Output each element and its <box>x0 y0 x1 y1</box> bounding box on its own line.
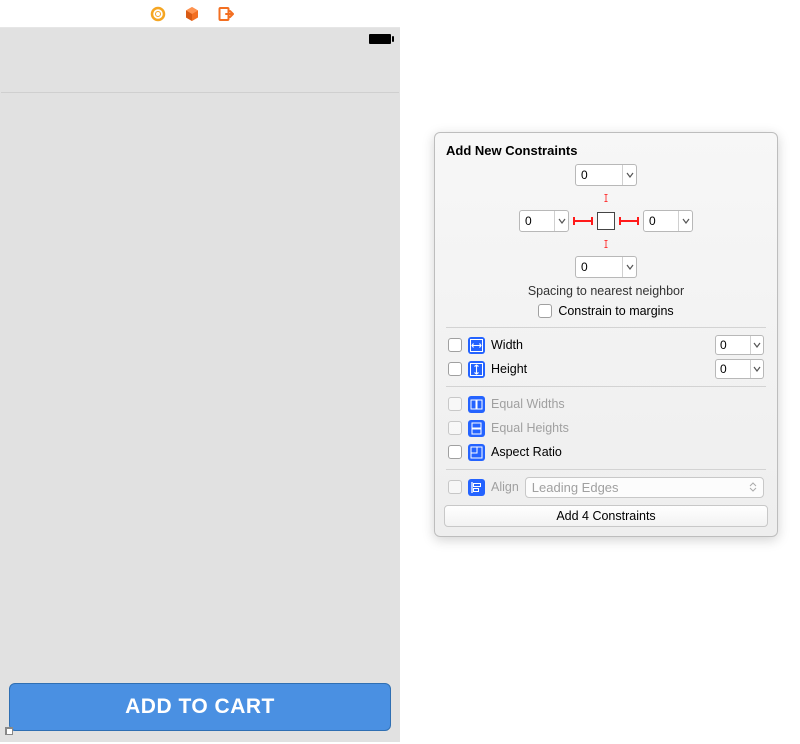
constrain-to-margins-label: Constrain to margins <box>558 304 673 318</box>
dropdown-caret-icon[interactable] <box>554 211 568 231</box>
align-dropdown: Leading Edges <box>525 477 764 498</box>
bottom-spacing-field[interactable] <box>575 256 637 278</box>
dropdown-caret-icon[interactable] <box>750 336 763 354</box>
bottom-strut-icon[interactable] <box>604 234 608 254</box>
height-value-input[interactable] <box>716 360 750 378</box>
equal-heights-label: Equal Heights <box>491 421 569 435</box>
updown-caret-icon <box>749 482 757 492</box>
width-label: Width <box>491 338 523 352</box>
left-spacing-field[interactable] <box>519 210 569 232</box>
height-icon <box>468 361 485 378</box>
left-strut-icon[interactable] <box>573 219 593 223</box>
add-constraints-button-label: Add 4 Constraints <box>556 509 655 523</box>
add-to-cart-label: ADD TO CART <box>125 695 275 719</box>
breakpoint-icon[interactable] <box>150 6 166 22</box>
aspect-ratio-icon <box>468 444 485 461</box>
right-spacing-input[interactable] <box>644 211 678 231</box>
popover-title: Add New Constraints <box>444 143 768 158</box>
equal-widths-label: Equal Widths <box>491 397 565 411</box>
navigation-bar <box>1 49 399 93</box>
top-spacing-field[interactable] <box>575 164 637 186</box>
battery-icon <box>369 34 391 44</box>
equal-widths-checkbox <box>448 397 462 411</box>
top-strut-icon[interactable] <box>604 188 608 208</box>
exit-icon[interactable] <box>218 6 234 22</box>
left-spacing-input[interactable] <box>520 211 554 231</box>
align-dropdown-value: Leading Edges <box>532 480 619 495</box>
add-constraints-popover: Add New Constraints Spacing to nearest <box>434 132 778 537</box>
equal-heights-icon <box>468 420 485 437</box>
spacing-picker: Spacing to nearest neighbor <box>444 164 768 298</box>
constrain-to-margins-checkbox[interactable] <box>538 304 552 318</box>
width-icon <box>468 337 485 354</box>
right-strut-icon[interactable] <box>619 219 639 223</box>
height-label: Height <box>491 362 527 376</box>
status-bar <box>1 29 399 49</box>
top-spacing-input[interactable] <box>576 165 622 185</box>
add-constraints-button[interactable]: Add 4 Constraints <box>444 505 768 527</box>
aspect-ratio-label: Aspect Ratio <box>491 445 562 459</box>
height-checkbox[interactable] <box>448 362 462 376</box>
align-label: Align <box>491 480 519 494</box>
canvas-toolbar <box>0 0 400 28</box>
spacing-caption: Spacing to nearest neighbor <box>528 284 684 298</box>
dropdown-caret-icon[interactable] <box>622 165 636 185</box>
add-to-cart-selection[interactable]: ADD TO CART <box>9 683 391 731</box>
bottom-spacing-input[interactable] <box>576 257 622 277</box>
add-to-cart-button[interactable]: ADD TO CART <box>9 683 391 731</box>
width-value-field[interactable] <box>715 335 764 355</box>
object-library-icon[interactable] <box>184 6 200 22</box>
dropdown-caret-icon[interactable] <box>750 360 763 378</box>
align-icon <box>468 479 485 496</box>
width-checkbox[interactable] <box>448 338 462 352</box>
align-checkbox <box>448 480 462 494</box>
equal-widths-icon <box>468 396 485 413</box>
device-canvas: ADD TO CART <box>0 28 400 742</box>
height-value-field[interactable] <box>715 359 764 379</box>
center-view-icon <box>597 212 615 230</box>
device-body: ADD TO CART <box>1 93 399 741</box>
width-value-input[interactable] <box>716 336 750 354</box>
dropdown-caret-icon[interactable] <box>622 257 636 277</box>
aspect-ratio-checkbox[interactable] <box>448 445 462 459</box>
right-spacing-field[interactable] <box>643 210 693 232</box>
equal-heights-checkbox <box>448 421 462 435</box>
dropdown-caret-icon[interactable] <box>678 211 692 231</box>
